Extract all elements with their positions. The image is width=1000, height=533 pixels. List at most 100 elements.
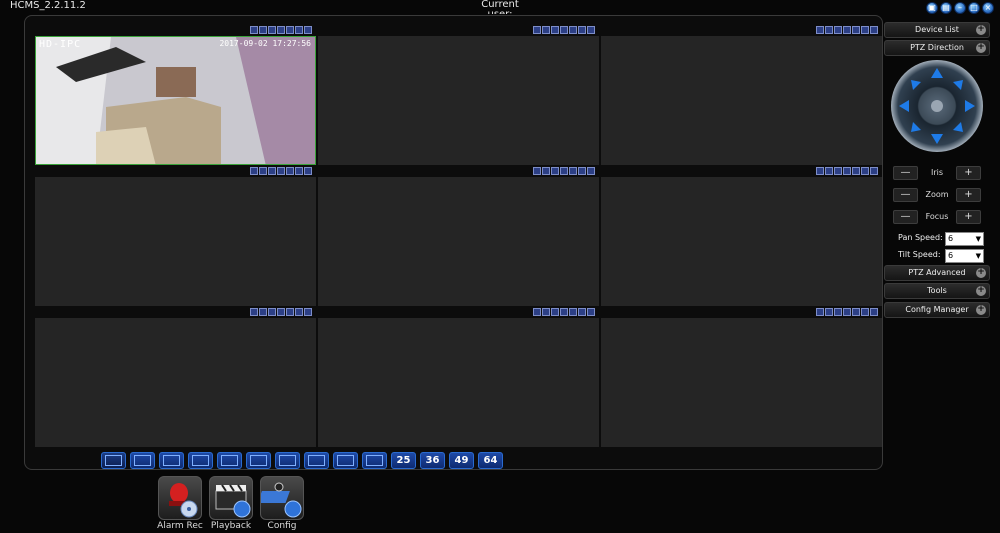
speaker-icon[interactable] (861, 26, 869, 34)
audio-icon[interactable] (834, 308, 842, 316)
layout-button[interactable] (188, 452, 213, 469)
snapshot-icon[interactable] (825, 26, 833, 34)
close-icon[interactable] (870, 167, 878, 175)
focus-plus-button[interactable]: + (956, 210, 981, 224)
zoom-icon[interactable] (560, 308, 568, 316)
speaker-icon[interactable] (295, 167, 303, 175)
maximize-icon[interactable]: □ (968, 2, 980, 14)
record-icon[interactable] (816, 167, 824, 175)
device-list-button[interactable]: Device List + (884, 22, 990, 38)
zoom-icon[interactable] (560, 26, 568, 34)
zoom-icon[interactable] (277, 167, 285, 175)
iris-plus-button[interactable]: + (956, 166, 981, 180)
layout-button[interactable]: 64 (478, 452, 503, 469)
empty-video-view[interactable] (318, 318, 599, 447)
close-icon[interactable] (304, 26, 312, 34)
record-icon[interactable] (816, 26, 824, 34)
audio-icon[interactable] (834, 167, 842, 175)
ptz-icon[interactable] (569, 26, 577, 34)
snapshot-icon[interactable] (259, 26, 267, 34)
speaker-icon[interactable] (861, 167, 869, 175)
record-icon[interactable] (533, 308, 541, 316)
record-icon[interactable] (533, 167, 541, 175)
close-icon[interactable] (587, 26, 595, 34)
layout-button[interactable] (159, 452, 184, 469)
layout-button[interactable] (101, 452, 126, 469)
zoom-icon[interactable] (560, 167, 568, 175)
minimize-icon[interactable]: – (954, 2, 966, 14)
close-icon[interactable] (870, 308, 878, 316)
ptz-icon[interactable] (286, 167, 294, 175)
close-icon[interactable] (587, 167, 595, 175)
audio-icon[interactable] (834, 26, 842, 34)
close-icon[interactable]: × (982, 2, 994, 14)
zoom-icon[interactable] (277, 308, 285, 316)
focus-minus-button[interactable]: — (893, 210, 918, 224)
layout-button[interactable] (130, 452, 155, 469)
layout-button[interactable] (304, 452, 329, 469)
speaker-icon[interactable] (295, 308, 303, 316)
iris-minus-button[interactable]: — (893, 166, 918, 180)
close-icon[interactable] (304, 167, 312, 175)
speaker-icon[interactable] (578, 308, 586, 316)
ptz-icon[interactable] (569, 167, 577, 175)
close-icon[interactable] (304, 308, 312, 316)
record-icon[interactable] (250, 26, 258, 34)
audio-icon[interactable] (268, 308, 276, 316)
ptz-icon[interactable] (286, 26, 294, 34)
zoom-minus-button[interactable]: — (893, 188, 918, 202)
ptz-icon[interactable] (852, 308, 860, 316)
config-manager-button[interactable]: Config Manager + (884, 302, 990, 318)
layout-button[interactable]: 36 (420, 452, 445, 469)
ptz-direction-button[interactable]: PTZ Direction + (884, 40, 990, 56)
snapshot-icon[interactable] (542, 26, 550, 34)
video-cell[interactable] (318, 165, 599, 306)
video-cell[interactable] (318, 24, 599, 165)
zoom-icon[interactable] (277, 26, 285, 34)
snapshot-icon[interactable] (825, 308, 833, 316)
zoom-icon[interactable] (843, 308, 851, 316)
speaker-icon[interactable] (578, 26, 586, 34)
video-cell[interactable] (601, 306, 882, 447)
ptz-icon[interactable] (286, 308, 294, 316)
audio-icon[interactable] (551, 167, 559, 175)
speaker-icon[interactable] (861, 308, 869, 316)
pan-speed-select[interactable]: 6 ▼ (945, 232, 984, 246)
zoom-plus-button[interactable]: + (956, 188, 981, 202)
video-cell[interactable] (601, 165, 882, 306)
layout-button[interactable] (275, 452, 300, 469)
video-cell[interactable]: HD-IPC 2017-09-02 17:27:56 (35, 24, 316, 165)
config-button[interactable] (257, 476, 304, 520)
layout-button[interactable] (362, 452, 387, 469)
ptz-advanced-button[interactable]: PTZ Advanced + (884, 265, 990, 281)
tools-button[interactable]: Tools + (884, 283, 990, 299)
tilt-speed-select[interactable]: 6 ▼ (945, 249, 984, 263)
ptz-icon[interactable] (852, 167, 860, 175)
empty-video-view[interactable] (35, 318, 316, 447)
record-icon[interactable] (816, 308, 824, 316)
ptz-icon[interactable] (569, 308, 577, 316)
speaker-icon[interactable] (295, 26, 303, 34)
audio-icon[interactable] (551, 308, 559, 316)
empty-video-view[interactable] (601, 36, 882, 165)
ptz-direction-wheel[interactable] (891, 60, 983, 152)
empty-video-view[interactable] (318, 36, 599, 165)
empty-video-view[interactable] (601, 177, 882, 306)
video-cell[interactable] (601, 24, 882, 165)
snapshot-icon[interactable] (542, 308, 550, 316)
layout-button[interactable]: 49 (449, 452, 474, 469)
camera-feed[interactable]: HD-IPC 2017-09-02 17:27:56 (35, 36, 316, 165)
playback-button[interactable] (209, 476, 253, 520)
record-icon[interactable] (250, 167, 258, 175)
record-icon[interactable] (250, 308, 258, 316)
close-icon[interactable] (587, 308, 595, 316)
video-cell[interactable] (35, 306, 316, 447)
video-cell[interactable] (35, 165, 316, 306)
speaker-icon[interactable] (578, 167, 586, 175)
empty-video-view[interactable] (35, 177, 316, 306)
zoom-icon[interactable] (843, 167, 851, 175)
audio-icon[interactable] (551, 26, 559, 34)
layout-button[interactable] (333, 452, 358, 469)
layout-button[interactable] (246, 452, 271, 469)
snapshot-icon[interactable] (542, 167, 550, 175)
